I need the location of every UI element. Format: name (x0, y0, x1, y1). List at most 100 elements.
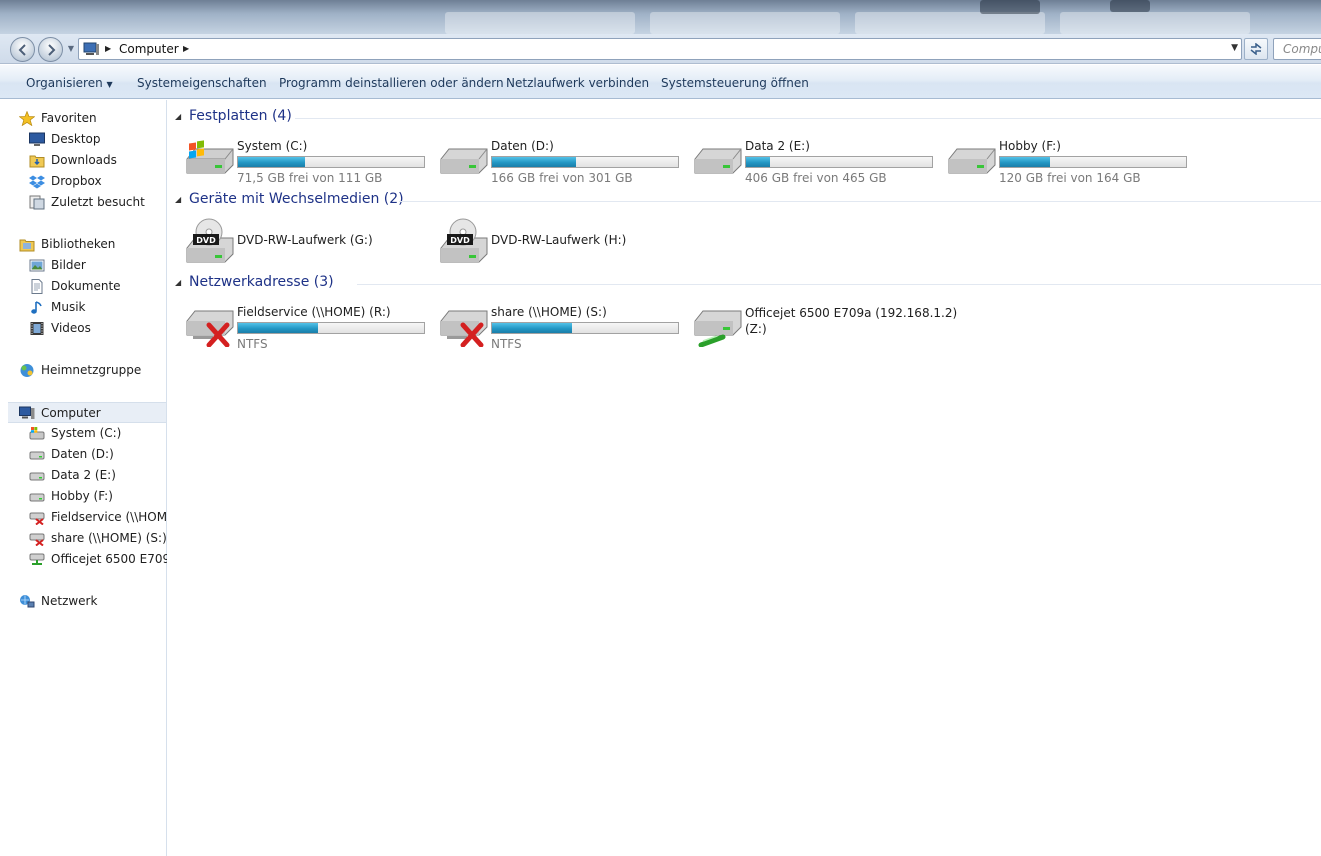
capacity-bar (491, 322, 679, 334)
map-network-drive-button[interactable]: Netzlaufwerk verbinden (506, 76, 649, 90)
sidebar-favorites[interactable]: Favoriten (19, 108, 167, 129)
capacity-bar-fill (492, 157, 576, 167)
sidebar-margin (0, 100, 8, 856)
organize-button[interactable]: Organisieren ▼ (26, 76, 113, 90)
documents-icon (31, 279, 43, 294)
history-dropdown-icon[interactable]: ▼ (66, 42, 76, 56)
group-divider (357, 284, 1321, 285)
sidebar-item-downloads[interactable]: Downloads (29, 150, 167, 171)
refresh-icon (1250, 43, 1262, 55)
disconnected-network-drive-icon (440, 310, 488, 347)
recent-places-icon (29, 195, 45, 210)
network-drive-name-line2: (Z:) (745, 322, 767, 336)
group-header-hard-drives[interactable]: ◢ Festplatten (4) (167, 108, 1321, 128)
drive-name: System (C:) (237, 139, 308, 153)
dvd-drive-tile-h[interactable]: DVD DVD-RW-Laufwerk (H:) (439, 218, 693, 272)
drive-tile-e[interactable]: Data 2 (E:) 406 GB frei von 465 GB (693, 135, 947, 189)
forward-button[interactable] (38, 37, 63, 62)
sidebar-item-label: Zuletzt besucht (51, 195, 145, 209)
sidebar-item-drive-s[interactable]: share (\\HOME) (S:) (29, 528, 167, 549)
file-system-label: NTFS (491, 337, 522, 351)
system-properties-button[interactable]: Systemeigenschaften (137, 76, 267, 90)
back-button[interactable] (10, 37, 35, 62)
dvd-drive-name: DVD-RW-Laufwerk (H:) (491, 233, 627, 247)
search-input[interactable]: Computer durchsuchen (1273, 38, 1321, 60)
drive-tile-c[interactable]: System (C:) 71,5 GB frei von 111 GB (185, 135, 439, 189)
collapse-icon[interactable]: ◢ (175, 278, 181, 287)
drive-tile-d[interactable]: Daten (D:) 166 GB frei von 301 GB (439, 135, 693, 189)
drive-name: Data 2 (E:) (745, 139, 810, 153)
sidebar-homegroup[interactable]: Heimnetzgruppe (19, 360, 167, 381)
capacity-bar (745, 156, 933, 168)
network-drive-icon (694, 310, 742, 347)
sidebar-item-label: Data 2 (E:) (51, 468, 116, 482)
capacity-bar-fill (238, 323, 318, 333)
sidebar-item-pictures[interactable]: Bilder (29, 255, 167, 276)
music-icon (31, 301, 42, 314)
hard-drive-icon (29, 472, 45, 481)
sidebar-item-desktop[interactable]: Desktop (29, 129, 167, 150)
dvd-label: DVD (196, 236, 216, 245)
sidebar-computer[interactable]: Computer (8, 402, 166, 423)
sidebar-item-drive-f[interactable]: Hobby (F:) (29, 486, 167, 507)
breadcrumb-computer[interactable]: Computer (119, 42, 179, 56)
sidebar-item-drive-d[interactable]: Daten (D:) (29, 444, 167, 465)
sidebar-network[interactable]: Netzwerk (19, 591, 167, 612)
sidebar-libraries[interactable]: Bibliotheken (19, 234, 167, 255)
capacity-bar (491, 156, 679, 168)
sidebar-item-recent[interactable]: Zuletzt besucht (29, 192, 167, 213)
title-bar (0, 0, 1321, 34)
sidebar-item-documents[interactable]: Dokumente (29, 276, 167, 297)
group-title: Netzwerkadresse (3) (189, 274, 334, 290)
sidebar-item-drive-e[interactable]: Data 2 (E:) (29, 465, 167, 486)
address-bar-row: ▼ ▶ Computer ▶ ▼ Computer durchsuchen (0, 34, 1321, 64)
group-title: Geräte mit Wechselmedien (2) (189, 191, 404, 207)
group-divider (295, 118, 1321, 119)
group-header-removable[interactable]: ◢ Geräte mit Wechselmedien (2) (167, 191, 1321, 211)
drive-tile-f[interactable]: Hobby (F:) 120 GB frei von 164 GB (947, 135, 1201, 189)
network-drive-tile-s[interactable]: share (\\HOME) (S:) NTFS (439, 301, 693, 355)
group-title: Festplatten (4) (189, 108, 292, 124)
drive-name: Hobby (F:) (999, 139, 1061, 153)
file-system-label: NTFS (237, 337, 268, 351)
homegroup-icon (20, 364, 34, 377)
drive-free-space: 71,5 GB frei von 111 GB (237, 171, 383, 185)
group-header-network[interactable]: ◢ Netzwerkadresse (3) (167, 274, 1321, 294)
capacity-bar-fill (492, 323, 572, 333)
dvd-drive-tile-g[interactable]: DVD DVD-RW-Laufwerk (G:) (185, 218, 439, 272)
blurred-taskbar-item (650, 12, 840, 34)
hard-drive-icon (29, 451, 45, 460)
network-drive-tile-r[interactable]: Fieldservice (\\HOME) (R:) NTFS (185, 301, 439, 355)
sidebar-item-drive-z[interactable]: Officejet 6500 E709a (192.168.1.2) (Z:) (29, 549, 167, 570)
capacity-bar (237, 322, 425, 334)
sidebar-item-label: Videos (51, 321, 91, 335)
sidebar-item-label: Musik (51, 300, 86, 314)
refresh-button[interactable] (1244, 38, 1268, 60)
network-drive-tile-z[interactable]: Officejet 6500 E709a (192.168.1.2) (Z:) (693, 301, 957, 355)
sidebar-item-drive-r[interactable]: Fieldservice (\\HOME) (R:) (29, 507, 167, 528)
uninstall-program-button[interactable]: Programm deinstallieren oder ändern (279, 76, 504, 90)
network-drive-name: Fieldservice (\\HOME) (R:) (237, 305, 391, 319)
breadcrumb-separator-icon[interactable]: ▶ (105, 44, 111, 53)
back-arrow-icon (18, 43, 26, 56)
drive-free-space: 166 GB frei von 301 GB (491, 171, 633, 185)
drive-name: Daten (D:) (491, 139, 554, 153)
sidebar-item-drive-c[interactable]: System (C:) (29, 423, 167, 444)
computer-icon (19, 406, 35, 419)
sidebar-item-videos[interactable]: Videos (29, 318, 167, 339)
hard-drive-icon (440, 148, 488, 174)
open-control-panel-button[interactable]: Systemsteuerung öffnen (661, 76, 809, 90)
sidebar-item-dropbox[interactable]: Dropbox (29, 171, 167, 192)
dvd-drive-icon: DVD (186, 218, 234, 263)
sidebar-item-music[interactable]: Musik (29, 297, 167, 318)
videos-icon (30, 322, 44, 335)
downloads-folder-icon (29, 155, 45, 168)
collapse-icon[interactable]: ◢ (175, 112, 181, 121)
collapse-icon[interactable]: ◢ (175, 195, 181, 204)
breadcrumb-separator-icon[interactable]: ▶ (183, 44, 189, 53)
capacity-bar (999, 156, 1187, 168)
address-dropdown-icon[interactable]: ▼ (1231, 43, 1238, 53)
capacity-bar-fill (746, 157, 771, 167)
hard-drive-icon (694, 148, 742, 174)
address-field[interactable]: ▶ Computer ▶ ▼ (78, 38, 1242, 60)
